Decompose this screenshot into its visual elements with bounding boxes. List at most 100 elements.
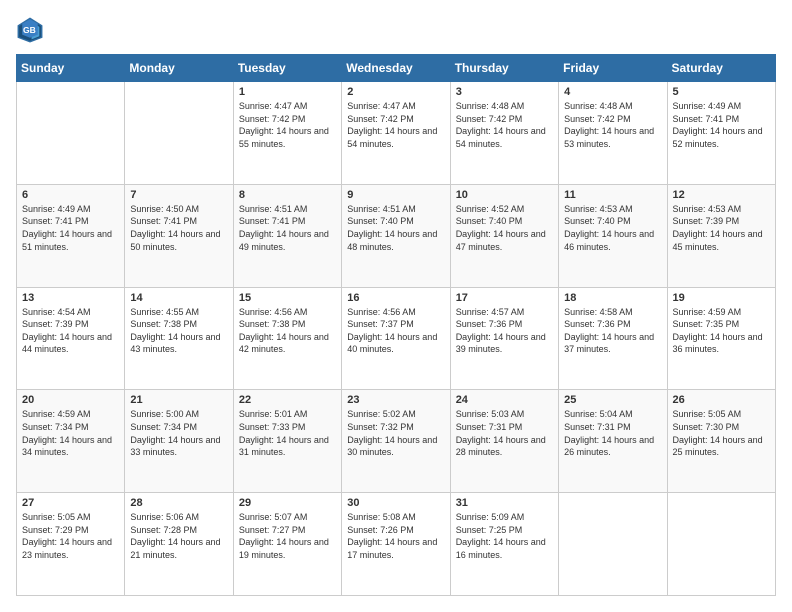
day-number: 16 bbox=[347, 292, 444, 304]
day-number: 1 bbox=[239, 86, 336, 98]
calendar-cell: 6Sunrise: 4:49 AMSunset: 7:41 PMDaylight… bbox=[17, 184, 125, 287]
calendar-cell: 31 Sunrise: 5:09 AMSunset: 7:25 PMDayligh… bbox=[450, 493, 558, 596]
day-number: 24 bbox=[456, 394, 553, 406]
cell-sun-info: Sunrise: 4:53 AMSunset: 7:40 PMDaylight:… bbox=[564, 203, 661, 253]
cell-sun-info: Sunrise: 4:57 AMSunset: 7:36 PMDaylight:… bbox=[456, 306, 553, 356]
calendar-cell: 16 Sunrise: 4:56 AMSunset: 7:37 PMDayligh… bbox=[342, 287, 450, 390]
calendar-cell: 15Sunrise: 4:56 AMSunset: 7:38 PMDayligh… bbox=[233, 287, 341, 390]
weekday-header-friday: Friday bbox=[559, 55, 667, 82]
calendar-cell: 26Sunrise: 5:05 AMSunset: 7:30 PMDayligh… bbox=[667, 390, 775, 493]
day-number: 2 bbox=[347, 86, 444, 98]
cell-sun-info: Sunrise: 4:58 AMSunset: 7:36 PMDaylight:… bbox=[564, 306, 661, 356]
calendar-cell bbox=[17, 82, 125, 185]
day-number: 27 bbox=[22, 497, 119, 509]
calendar-cell: 11 Sunrise: 4:53 AMSunset: 7:40 PMDayligh… bbox=[559, 184, 667, 287]
weekday-header-wednesday: Wednesday bbox=[342, 55, 450, 82]
day-number: 11 bbox=[564, 189, 661, 201]
day-number: 3 bbox=[456, 86, 553, 98]
day-number: 7 bbox=[130, 189, 227, 201]
day-number: 4 bbox=[564, 86, 661, 98]
day-number: 8 bbox=[239, 189, 336, 201]
calendar-cell bbox=[559, 493, 667, 596]
calendar-cell: 5 Sunrise: 4:49 AMSunset: 7:41 PMDaylight… bbox=[667, 82, 775, 185]
cell-sun-info: Sunrise: 4:51 AMSunset: 7:41 PMDaylight:… bbox=[239, 203, 336, 253]
calendar-cell: 25 Sunrise: 5:04 AMSunset: 7:31 PMDayligh… bbox=[559, 390, 667, 493]
weekday-header-tuesday: Tuesday bbox=[233, 55, 341, 82]
calendar-cell: 21 Sunrise: 5:00 AMSunset: 7:34 PMDayligh… bbox=[125, 390, 233, 493]
cell-sun-info: Sunrise: 5:08 AMSunset: 7:26 PMDaylight:… bbox=[347, 511, 444, 561]
day-number: 18 bbox=[564, 292, 661, 304]
cell-sun-info: Sunrise: 5:00 AMSunset: 7:34 PMDaylight:… bbox=[130, 408, 227, 458]
day-number: 12 bbox=[673, 189, 770, 201]
cell-sun-info: Sunrise: 5:07 AMSunset: 7:27 PMDaylight:… bbox=[239, 511, 336, 561]
day-number: 22 bbox=[239, 394, 336, 406]
calendar-cell: 17 Sunrise: 4:57 AMSunset: 7:36 PMDayligh… bbox=[450, 287, 558, 390]
day-number: 21 bbox=[130, 394, 227, 406]
calendar-cell: 20Sunrise: 4:59 AMSunset: 7:34 PMDayligh… bbox=[17, 390, 125, 493]
calendar-cell: 2 Sunrise: 4:47 AMSunset: 7:42 PMDaylight… bbox=[342, 82, 450, 185]
calendar-cell bbox=[667, 493, 775, 596]
day-number: 9 bbox=[347, 189, 444, 201]
day-number: 29 bbox=[239, 497, 336, 509]
cell-sun-info: Sunrise: 4:54 AMSunset: 7:39 PMDaylight:… bbox=[22, 306, 119, 356]
calendar-cell: 30Sunrise: 5:08 AMSunset: 7:26 PMDayligh… bbox=[342, 493, 450, 596]
cell-sun-info: Sunrise: 5:02 AMSunset: 7:32 PMDaylight:… bbox=[347, 408, 444, 458]
cell-sun-info: Sunrise: 4:48 AMSunset: 7:42 PMDaylight:… bbox=[564, 100, 661, 150]
weekday-header-monday: Monday bbox=[125, 55, 233, 82]
cell-sun-info: Sunrise: 5:05 AMSunset: 7:29 PMDaylight:… bbox=[22, 511, 119, 561]
calendar-cell: 18 Sunrise: 4:58 AMSunset: 7:36 PMDayligh… bbox=[559, 287, 667, 390]
calendar-cell: 3 Sunrise: 4:48 AMSunset: 7:42 PMDaylight… bbox=[450, 82, 558, 185]
calendar-cell: 23Sunrise: 5:02 AMSunset: 7:32 PMDayligh… bbox=[342, 390, 450, 493]
cell-sun-info: Sunrise: 4:51 AMSunset: 7:40 PMDaylight:… bbox=[347, 203, 444, 253]
cell-sun-info: Sunrise: 4:52 AMSunset: 7:40 PMDaylight:… bbox=[456, 203, 553, 253]
cell-sun-info: Sunrise: 5:04 AMSunset: 7:31 PMDaylight:… bbox=[564, 408, 661, 458]
weekday-header-sunday: Sunday bbox=[17, 55, 125, 82]
day-number: 31 bbox=[456, 497, 553, 509]
day-number: 15 bbox=[239, 292, 336, 304]
day-number: 26 bbox=[673, 394, 770, 406]
cell-sun-info: Sunrise: 5:06 AMSunset: 7:28 PMDaylight:… bbox=[130, 511, 227, 561]
calendar-cell: 13Sunrise: 4:54 AMSunset: 7:39 PMDayligh… bbox=[17, 287, 125, 390]
calendar-cell: 12 Sunrise: 4:53 AMSunset: 7:39 PMDayligh… bbox=[667, 184, 775, 287]
weekday-header-thursday: Thursday bbox=[450, 55, 558, 82]
cell-sun-info: Sunrise: 4:49 AMSunset: 7:41 PMDaylight:… bbox=[22, 203, 119, 253]
calendar-cell: 4 Sunrise: 4:48 AMSunset: 7:42 PMDaylight… bbox=[559, 82, 667, 185]
cell-sun-info: Sunrise: 4:47 AMSunset: 7:42 PMDaylight:… bbox=[347, 100, 444, 150]
day-number: 19 bbox=[673, 292, 770, 304]
cell-sun-info: Sunrise: 4:59 AMSunset: 7:34 PMDaylight:… bbox=[22, 408, 119, 458]
calendar-cell: 19Sunrise: 4:59 AMSunset: 7:35 PMDayligh… bbox=[667, 287, 775, 390]
cell-sun-info: Sunrise: 5:01 AMSunset: 7:33 PMDaylight:… bbox=[239, 408, 336, 458]
calendar-cell: 1 Sunrise: 4:47 AMSunset: 7:42 PMDaylight… bbox=[233, 82, 341, 185]
calendar-cell: 29 Sunrise: 5:07 AMSunset: 7:27 PMDayligh… bbox=[233, 493, 341, 596]
calendar-table: SundayMondayTuesdayWednesdayThursdayFrid… bbox=[16, 54, 776, 596]
cell-sun-info: Sunrise: 4:50 AMSunset: 7:41 PMDaylight:… bbox=[130, 203, 227, 253]
cell-sun-info: Sunrise: 4:48 AMSunset: 7:42 PMDaylight:… bbox=[456, 100, 553, 150]
cell-sun-info: Sunrise: 4:53 AMSunset: 7:39 PMDaylight:… bbox=[673, 203, 770, 253]
day-number: 28 bbox=[130, 497, 227, 509]
cell-sun-info: Sunrise: 4:49 AMSunset: 7:41 PMDaylight:… bbox=[673, 100, 770, 150]
calendar-cell: 8 Sunrise: 4:51 AMSunset: 7:41 PMDaylight… bbox=[233, 184, 341, 287]
calendar-cell: 9 Sunrise: 4:51 AMSunset: 7:40 PMDaylight… bbox=[342, 184, 450, 287]
week-row-3: 20Sunrise: 4:59 AMSunset: 7:34 PMDayligh… bbox=[17, 390, 776, 493]
day-number: 17 bbox=[456, 292, 553, 304]
svg-text:GB: GB bbox=[23, 25, 36, 35]
week-row-0: 1 Sunrise: 4:47 AMSunset: 7:42 PMDaylight… bbox=[17, 82, 776, 185]
cell-sun-info: Sunrise: 5:09 AMSunset: 7:25 PMDaylight:… bbox=[456, 511, 553, 561]
calendar-cell bbox=[125, 82, 233, 185]
week-row-2: 13Sunrise: 4:54 AMSunset: 7:39 PMDayligh… bbox=[17, 287, 776, 390]
day-number: 10 bbox=[456, 189, 553, 201]
calendar-cell: 22 Sunrise: 5:01 AMSunset: 7:33 PMDayligh… bbox=[233, 390, 341, 493]
day-number: 5 bbox=[673, 86, 770, 98]
day-number: 14 bbox=[130, 292, 227, 304]
calendar-cell: 10 Sunrise: 4:52 AMSunset: 7:40 PMDayligh… bbox=[450, 184, 558, 287]
calendar-body: 1 Sunrise: 4:47 AMSunset: 7:42 PMDaylight… bbox=[17, 82, 776, 596]
calendar-header: SundayMondayTuesdayWednesdayThursdayFrid… bbox=[17, 55, 776, 82]
cell-sun-info: Sunrise: 4:56 AMSunset: 7:37 PMDaylight:… bbox=[347, 306, 444, 356]
calendar-cell: 14 Sunrise: 4:55 AMSunset: 7:38 PMDayligh… bbox=[125, 287, 233, 390]
cell-sun-info: Sunrise: 4:47 AMSunset: 7:42 PMDaylight:… bbox=[239, 100, 336, 150]
cell-sun-info: Sunrise: 4:55 AMSunset: 7:38 PMDaylight:… bbox=[130, 306, 227, 356]
calendar-cell: 28 Sunrise: 5:06 AMSunset: 7:28 PMDayligh… bbox=[125, 493, 233, 596]
logo: GB bbox=[16, 16, 48, 44]
weekday-header-saturday: Saturday bbox=[667, 55, 775, 82]
day-number: 25 bbox=[564, 394, 661, 406]
